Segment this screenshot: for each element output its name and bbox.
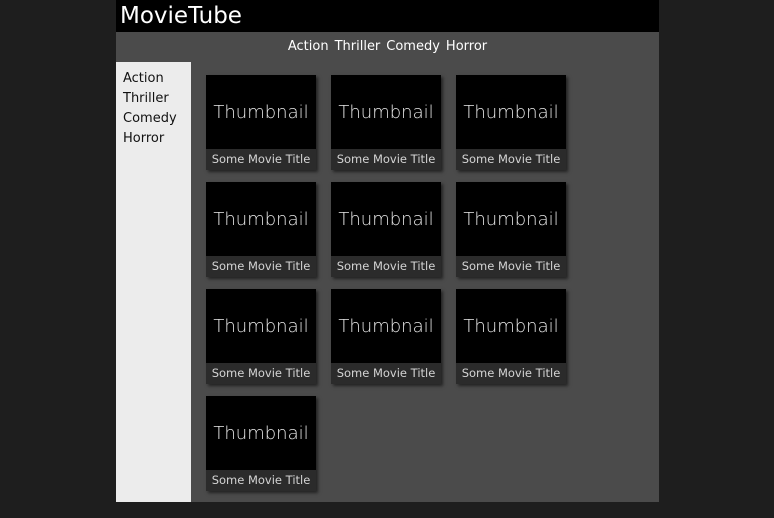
sidebar: Action Thriller Comedy Horror bbox=[116, 62, 191, 502]
top-nav-item-thriller[interactable]: Thriller bbox=[335, 32, 381, 62]
movie-title: Some Movie Title bbox=[331, 149, 441, 170]
sidebar-list: Action Thriller Comedy Horror bbox=[116, 62, 191, 149]
movie-title: Some Movie Title bbox=[456, 149, 566, 170]
movie-thumbnail: Thumbnail bbox=[463, 208, 559, 230]
sidebar-item-action[interactable]: Action bbox=[123, 69, 191, 89]
movie-thumbnail: Thumbnail bbox=[213, 315, 309, 337]
sidebar-item-horror[interactable]: Horror bbox=[123, 129, 191, 149]
movie-title: Some Movie Title bbox=[206, 470, 316, 491]
movie-card[interactable]: Thumbnail Some Movie Title bbox=[456, 182, 566, 277]
movie-title: Some Movie Title bbox=[206, 256, 316, 277]
movie-card[interactable]: Thumbnail Some Movie Title bbox=[456, 75, 566, 170]
movie-title: Some Movie Title bbox=[456, 363, 566, 384]
movie-thumbnail: Thumbnail bbox=[213, 422, 309, 444]
movie-thumbnail: Thumbnail bbox=[463, 101, 559, 123]
movie-card[interactable]: Thumbnail Some Movie Title bbox=[331, 75, 441, 170]
app-container: MovieTube Action Thriller Comedy Horror … bbox=[116, 0, 659, 502]
movie-title: Some Movie Title bbox=[331, 363, 441, 384]
movie-thumbnail: Thumbnail bbox=[338, 208, 434, 230]
sidebar-item-comedy[interactable]: Comedy bbox=[123, 109, 191, 129]
movie-title: Some Movie Title bbox=[206, 363, 316, 384]
movie-grid: Thumbnail Some Movie Title Thumbnail Som… bbox=[206, 75, 586, 491]
sidebar-item-thriller[interactable]: Thriller bbox=[123, 89, 191, 109]
movie-title: Some Movie Title bbox=[331, 256, 441, 277]
movie-thumbnail: Thumbnail bbox=[338, 101, 434, 123]
movie-card[interactable]: Thumbnail Some Movie Title bbox=[331, 289, 441, 384]
movie-card[interactable]: Thumbnail Some Movie Title bbox=[206, 182, 316, 277]
movie-card[interactable]: Thumbnail Some Movie Title bbox=[206, 75, 316, 170]
movie-card[interactable]: Thumbnail Some Movie Title bbox=[456, 289, 566, 384]
top-nav-item-horror[interactable]: Horror bbox=[446, 32, 487, 62]
top-nav-item-comedy[interactable]: Comedy bbox=[386, 32, 440, 62]
site-title[interactable]: MovieTube bbox=[120, 1, 242, 31]
movie-thumbnail: Thumbnail bbox=[213, 101, 309, 123]
movie-thumbnail: Thumbnail bbox=[338, 315, 434, 337]
top-nav-item-action[interactable]: Action bbox=[288, 32, 329, 62]
top-nav: Action Thriller Comedy Horror bbox=[116, 32, 659, 62]
header: MovieTube bbox=[116, 0, 659, 32]
movie-thumbnail: Thumbnail bbox=[463, 315, 559, 337]
movie-thumbnail: Thumbnail bbox=[213, 208, 309, 230]
movie-card[interactable]: Thumbnail Some Movie Title bbox=[331, 182, 441, 277]
movie-card[interactable]: Thumbnail Some Movie Title bbox=[206, 396, 316, 491]
movie-title: Some Movie Title bbox=[456, 256, 566, 277]
movie-card[interactable]: Thumbnail Some Movie Title bbox=[206, 289, 316, 384]
movie-title: Some Movie Title bbox=[206, 149, 316, 170]
